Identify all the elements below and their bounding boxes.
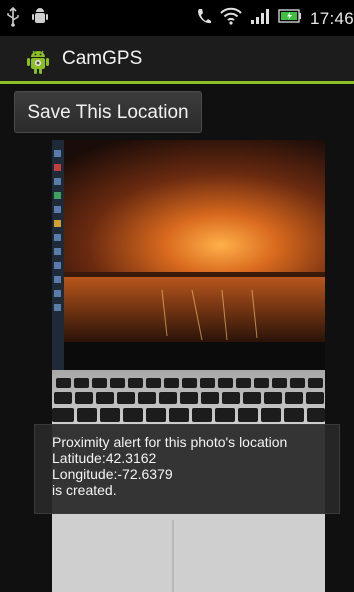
battery-icon — [278, 8, 302, 29]
android-debug-icon — [32, 7, 48, 32]
phone-icon — [196, 7, 212, 30]
toast-line-1: Proximity alert for this photo's locatio… — [52, 434, 288, 450]
android-app-icon — [24, 47, 52, 80]
toast-line-2: Latitude:42.3162 — [52, 450, 157, 466]
status-time: 17:46 — [309, 8, 354, 28]
toast-line-4: is created. — [52, 482, 117, 498]
captured-photo — [52, 140, 325, 592]
action-bar: CamGPS — [0, 36, 354, 84]
toast-line-3: Longitude:-72.6379 — [52, 466, 173, 482]
save-location-button[interactable]: Save This Location — [14, 91, 202, 133]
usb-icon — [6, 6, 20, 32]
app-title: CamGPS — [62, 48, 143, 69]
status-bar: 17:46 — [0, 0, 354, 36]
signal-icon — [250, 7, 270, 30]
main-content: Save This Location Proximity alert for t… — [0, 84, 354, 592]
proximity-alert-toast: Proximity alert for this photo's locatio… — [34, 424, 340, 514]
wifi-icon — [220, 7, 242, 30]
